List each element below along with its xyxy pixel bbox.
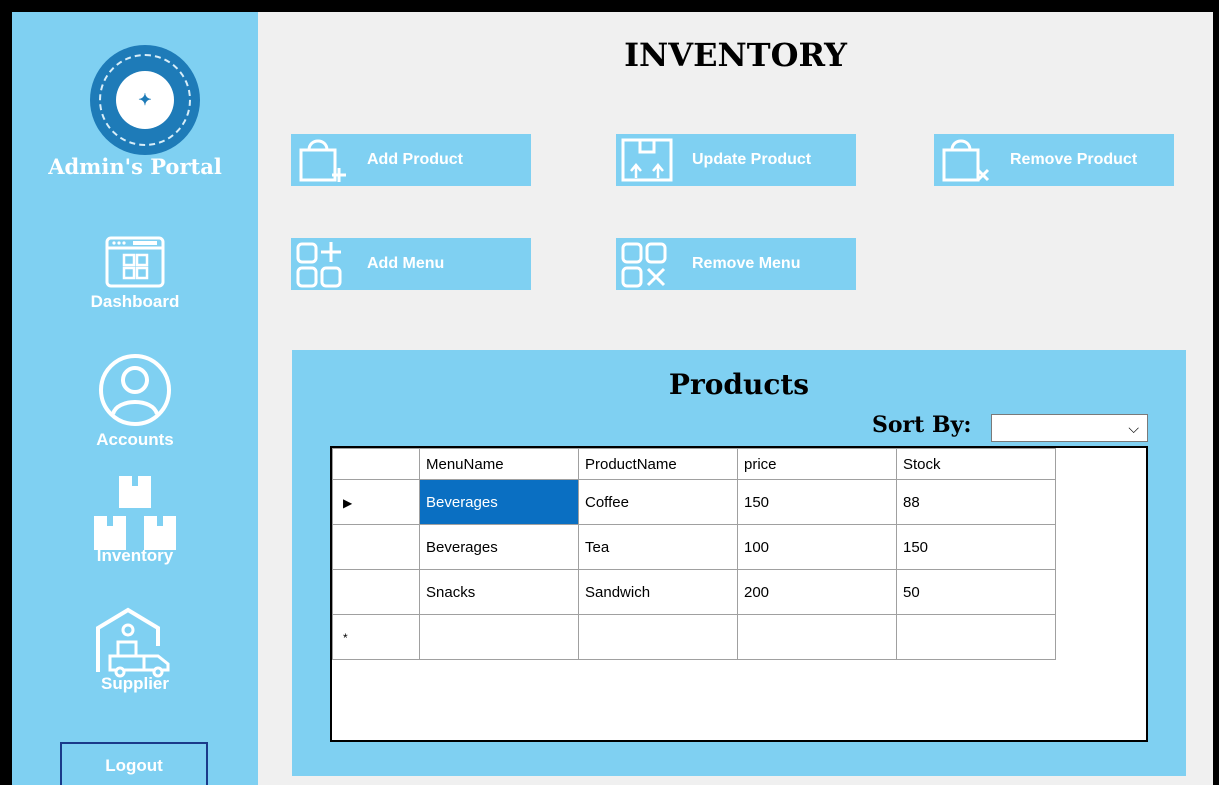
- sidebar-item-label: Dashboard: [90, 292, 180, 311]
- table-cell[interactable]: Beverages: [419, 479, 579, 525]
- portal-title: Admin's Portal: [48, 154, 222, 179]
- table-cell[interactable]: [578, 614, 738, 660]
- table-cell[interactable]: [737, 614, 897, 660]
- remove-menu-button[interactable]: Remove Menu: [616, 238, 856, 290]
- table-cell[interactable]: Sandwich: [578, 569, 738, 615]
- grid-remove-icon: [621, 242, 667, 288]
- table-cell[interactable]: [896, 614, 1056, 660]
- table-cell[interactable]: 150: [737, 479, 897, 525]
- table-cell[interactable]: 88: [896, 479, 1056, 525]
- row-header[interactable]: [332, 569, 420, 615]
- boxes-icon: [94, 476, 176, 550]
- sidebar-item-supplier[interactable]: Supplier: [12, 606, 258, 694]
- table-cell[interactable]: Tea: [578, 524, 738, 570]
- sidebar-item-label: Supplier: [100, 674, 169, 693]
- column-header-productname[interactable]: ProductName: [578, 448, 738, 480]
- sidebar-item-inventory[interactable]: Inventory: [12, 474, 258, 566]
- table-cell[interactable]: 200: [737, 569, 897, 615]
- products-panel: Products Sort By: ⌵ MenuName ProductName…: [292, 350, 1186, 776]
- sidebar-item-dashboard[interactable]: Dashboard: [12, 234, 258, 312]
- box-arrows-icon: [621, 138, 673, 182]
- table-cell[interactable]: 50: [896, 569, 1056, 615]
- bag-remove-icon: [942, 139, 990, 182]
- remove-product-label: Remove Product: [1010, 151, 1138, 168]
- user-circle-icon: [99, 354, 171, 426]
- remove-product-button[interactable]: Remove Product: [934, 134, 1174, 186]
- products-title: Products: [668, 368, 810, 401]
- column-header-price[interactable]: price: [737, 448, 897, 480]
- sidebar: ✦ Admin's Portal Dashboard Accounts Inve…: [12, 12, 258, 785]
- row-header[interactable]: *: [332, 614, 420, 660]
- sidebar-item-label: Accounts: [96, 430, 174, 449]
- row-header-corner: [332, 448, 420, 480]
- page-title: INVENTORY: [624, 36, 847, 74]
- sort-by-select[interactable]: ⌵: [991, 414, 1148, 442]
- sidebar-item-label: Inventory: [96, 546, 174, 565]
- add-product-button[interactable]: Add Product: [291, 134, 531, 186]
- dashboard-icon: [105, 236, 165, 288]
- app-window: ✦ Admin's Portal Dashboard Accounts Inve…: [12, 12, 1213, 785]
- table-cell[interactable]: Snacks: [419, 569, 579, 615]
- chevron-down-icon: ⌵: [1128, 420, 1139, 436]
- university-logo: ✦: [90, 45, 200, 155]
- update-product-button[interactable]: Update Product: [616, 134, 856, 186]
- table-cell[interactable]: 100: [737, 524, 897, 570]
- row-header[interactable]: [332, 524, 420, 570]
- row-header[interactable]: ▶: [332, 479, 420, 525]
- sort-by-label: Sort By:: [872, 412, 972, 438]
- table-cell[interactable]: Beverages: [419, 524, 579, 570]
- new-row[interactable]: *: [332, 614, 1056, 660]
- table-cell[interactable]: [419, 614, 579, 660]
- logout-button[interactable]: Logout: [60, 742, 208, 785]
- new-row-icon: *: [343, 630, 348, 645]
- column-header-menuname[interactable]: MenuName: [419, 448, 579, 480]
- table-row[interactable]: Snacks Sandwich 200 50: [332, 569, 1056, 615]
- bag-plus-icon: [299, 139, 346, 182]
- add-menu-button[interactable]: Add Menu: [291, 238, 531, 290]
- warehouse-truck-icon: [96, 607, 170, 678]
- sidebar-item-accounts[interactable]: Accounts: [12, 352, 258, 450]
- table-row[interactable]: ▶ Beverages Coffee 150 88: [332, 479, 1056, 525]
- grid-plus-icon: [296, 242, 342, 288]
- table-row[interactable]: Beverages Tea 100 150: [332, 524, 1056, 570]
- table-cell[interactable]: 150: [896, 524, 1056, 570]
- current-row-icon: ▶: [343, 495, 353, 510]
- add-product-label: Add Product: [367, 151, 463, 168]
- column-header-stock[interactable]: Stock: [896, 448, 1056, 480]
- remove-menu-label: Remove Menu: [692, 255, 801, 272]
- add-menu-label: Add Menu: [367, 255, 445, 272]
- update-product-label: Update Product: [692, 151, 812, 168]
- products-grid[interactable]: MenuName ProductName price Stock ▶ Bever…: [330, 446, 1148, 742]
- table-cell[interactable]: Coffee: [578, 479, 738, 525]
